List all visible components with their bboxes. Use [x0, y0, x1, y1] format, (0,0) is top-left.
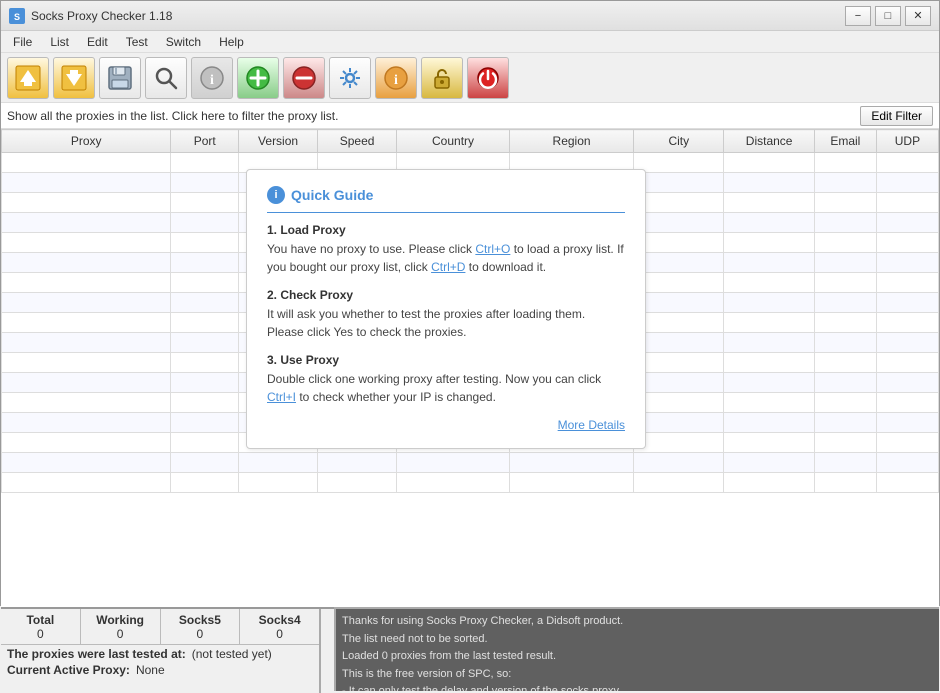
stat-socks5: Socks5 0	[161, 609, 241, 644]
info-button[interactable]: i	[191, 57, 233, 99]
last-tested-label: The proxies were last tested at:	[7, 647, 186, 661]
bottom-container: Total 0 Working 0 Socks5 0 Socks4 0 The …	[1, 607, 939, 691]
close-button[interactable]: ✕	[905, 6, 931, 26]
minimize-button[interactable]: −	[845, 6, 871, 26]
log-line-3: Loaded 0 proxies from the last tested re…	[342, 648, 933, 666]
col-header-udp[interactable]: UDP	[876, 130, 938, 153]
guide-section-check: 2. Check Proxy It will ask you whether t…	[267, 288, 625, 341]
title-bar: S Socks Proxy Checker 1.18 − □ ✕	[1, 1, 939, 31]
col-header-version[interactable]: Version	[239, 130, 318, 153]
guide-check-title: 2. Check Proxy	[267, 288, 625, 302]
table-row	[2, 453, 939, 473]
about-button[interactable]: i	[375, 57, 417, 99]
table-row	[2, 473, 939, 493]
log-line-1: Thanks for using Socks Proxy Checker, a …	[342, 613, 933, 631]
quick-guide-title: Quick Guide	[291, 187, 373, 203]
edit-filter-button[interactable]: Edit Filter	[860, 106, 933, 126]
window-title: Socks Proxy Checker 1.18	[31, 9, 172, 23]
log-area[interactable]: Thanks for using Socks Proxy Checker, a …	[334, 607, 939, 691]
log-line-2: The list need not to be sorted.	[342, 631, 933, 649]
menu-list[interactable]: List	[42, 33, 77, 51]
menu-switch[interactable]: Switch	[158, 33, 209, 51]
guide-load-title: 1. Load Proxy	[267, 223, 625, 237]
svg-text:i: i	[210, 73, 214, 88]
stat-socks5-label: Socks5	[179, 613, 221, 627]
title-controls: − □ ✕	[845, 6, 931, 26]
last-tested-value: (not tested yet)	[192, 647, 272, 661]
active-proxy-label: Current Active Proxy:	[7, 663, 130, 677]
filter-bar[interactable]: Show all the proxies in the list. Click …	[1, 103, 939, 129]
active-proxy-value: None	[136, 663, 165, 677]
ctrl-o-link[interactable]: Ctrl+O	[475, 242, 510, 256]
table-container[interactable]: Proxy Port Version Speed Country Region …	[1, 129, 939, 607]
quick-guide-panel: i Quick Guide 1. Load Proxy You have no …	[246, 169, 646, 449]
stat-total-value: 0	[37, 627, 44, 641]
guide-section-use: 3. Use Proxy Double click one working pr…	[267, 353, 625, 406]
menu-bar: File List Edit Test Switch Help	[1, 31, 939, 53]
stat-socks4-label: Socks4	[259, 613, 301, 627]
info-rows: The proxies were last tested at: (not te…	[1, 645, 319, 679]
guide-section-load: 1. Load Proxy You have no proxy to use. …	[267, 223, 625, 276]
guide-use-title: 3. Use Proxy	[267, 353, 625, 367]
menu-file[interactable]: File	[5, 33, 40, 51]
log-line-4: This is the free version of SPC, so:	[342, 666, 933, 684]
stat-working-value: 0	[117, 627, 124, 641]
col-header-region[interactable]: Region	[509, 130, 633, 153]
settings-button[interactable]	[329, 57, 371, 99]
stat-total: Total 0	[1, 609, 81, 644]
stat-socks4: Socks4 0	[240, 609, 319, 644]
filter-text: Show all the proxies in the list. Click …	[7, 109, 338, 123]
filter-button[interactable]	[145, 57, 187, 99]
col-header-port[interactable]: Port	[171, 130, 239, 153]
lock-button[interactable]	[421, 57, 463, 99]
ctrl-i-link[interactable]: Ctrl+I	[267, 390, 296, 404]
stat-working-label: Working	[96, 613, 144, 627]
power-button[interactable]	[467, 57, 509, 99]
ctrl-d-link[interactable]: Ctrl+D	[431, 260, 465, 274]
stat-working: Working 0	[81, 609, 161, 644]
svg-text:S: S	[14, 12, 20, 22]
stat-socks5-value: 0	[197, 627, 204, 641]
title-left: S Socks Proxy Checker 1.18	[9, 8, 172, 24]
stats-row: Total 0 Working 0 Socks5 0 Socks4 0	[1, 609, 319, 645]
main-area: Proxy Port Version Speed Country Region …	[1, 129, 939, 607]
menu-help[interactable]: Help	[211, 33, 252, 51]
stat-socks4-value: 0	[276, 627, 283, 641]
remove-button[interactable]	[283, 57, 325, 99]
active-proxy-row: Current Active Proxy: None	[7, 663, 313, 677]
stats-panel: Total 0 Working 0 Socks5 0 Socks4 0 The …	[1, 609, 321, 693]
maximize-button[interactable]: □	[875, 6, 901, 26]
col-header-speed[interactable]: Speed	[318, 130, 397, 153]
guide-load-text: You have no proxy to use. Please click C…	[267, 240, 625, 276]
col-header-email[interactable]: Email	[814, 130, 876, 153]
quick-guide-icon: i	[267, 186, 285, 204]
log-line-5: - It can only test the delay and version…	[342, 683, 933, 691]
app-icon: S	[9, 8, 25, 24]
col-header-city[interactable]: City	[634, 130, 724, 153]
last-tested-row: The proxies were last tested at: (not te…	[7, 647, 313, 661]
add-button[interactable]	[237, 57, 279, 99]
guide-check-text: It will ask you whether to test the prox…	[267, 305, 625, 341]
svg-text:i: i	[394, 73, 398, 88]
menu-test[interactable]: Test	[118, 33, 156, 51]
menu-edit[interactable]: Edit	[79, 33, 116, 51]
upload-button[interactable]	[7, 57, 49, 99]
toolbar: i	[1, 53, 939, 103]
save-button[interactable]	[99, 57, 141, 99]
download-button[interactable]	[53, 57, 95, 99]
col-header-distance[interactable]: Distance	[724, 130, 814, 153]
more-details-link[interactable]: More Details	[267, 418, 625, 432]
guide-use-text: Double click one working proxy after tes…	[267, 370, 625, 406]
col-header-proxy[interactable]: Proxy	[2, 130, 171, 153]
quick-guide-header: i Quick Guide	[267, 186, 625, 213]
stat-total-label: Total	[26, 613, 54, 627]
col-header-country[interactable]: Country	[397, 130, 510, 153]
